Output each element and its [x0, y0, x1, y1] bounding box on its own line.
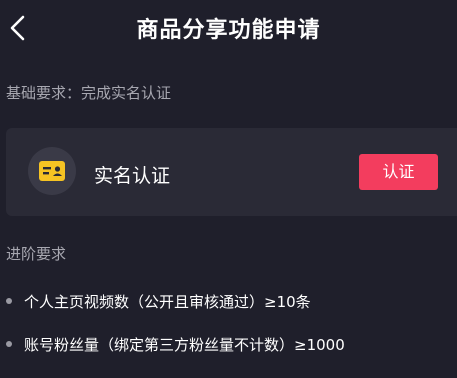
bullet-icon	[6, 297, 12, 304]
id-card-icon	[39, 161, 65, 181]
verify-button[interactable]: 认证	[359, 154, 438, 190]
advanced-requirement-label: 进阶要求	[6, 245, 67, 263]
top-nav-bar: 商品分享功能申请	[0, 0, 457, 56]
real-name-verification-card: 实名认证 认证	[6, 128, 457, 216]
basic-requirement-label: 基础要求：完成实名认证	[6, 84, 172, 102]
id-card-icon-wrapper	[28, 147, 76, 195]
real-name-verification-label: 实名认证	[94, 165, 171, 187]
requirement-text: 账号粉丝量（绑定第三方粉丝量不计数）≥1000	[24, 336, 345, 354]
bullet-icon	[6, 340, 12, 347]
page-title: 商品分享功能申请	[136, 18, 321, 43]
requirement-text: 个人主页视频数（公开且审核通过）≥10条	[24, 293, 311, 311]
requirement-item-video-count: 个人主页视频数（公开且审核通过）≥10条	[6, 291, 311, 312]
requirement-item-follower-count: 账号粉丝量（绑定第三方粉丝量不计数）≥1000	[6, 334, 345, 355]
